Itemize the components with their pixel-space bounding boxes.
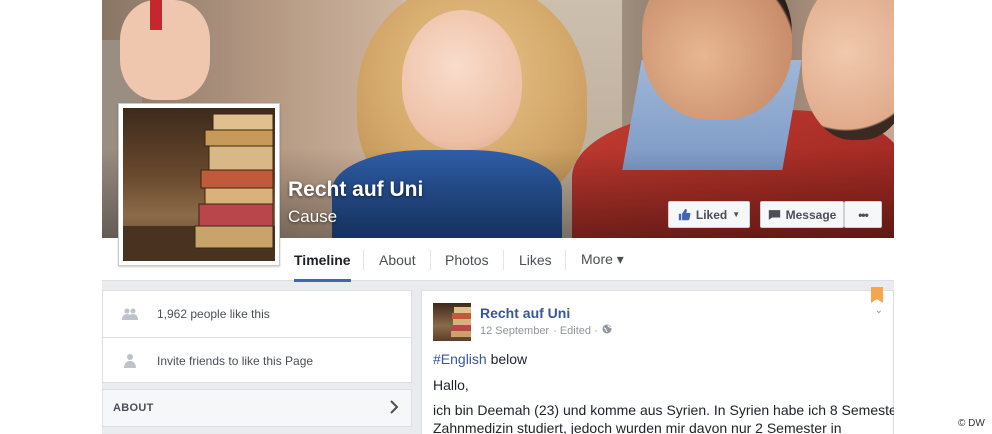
likes-count-text: 1,962 people like this: [157, 307, 270, 321]
tab-likes-label: Likes: [519, 251, 552, 268]
likes-card: 1,962 people like this: [102, 290, 412, 338]
nav-divider: [565, 250, 566, 270]
post-text-fragment: below: [486, 351, 528, 367]
tab-timeline-label: Timeline: [294, 251, 351, 268]
post-author-name[interactable]: Recht auf Uni: [480, 305, 570, 321]
cover-person-face: [402, 10, 522, 150]
nav-divider: [363, 250, 364, 270]
likes-row[interactable]: 1,962 people like this: [103, 291, 411, 337]
liked-button[interactable]: Liked ▼: [668, 201, 750, 228]
hashtag-link[interactable]: #English: [433, 351, 487, 367]
post-text-line: #English below: [433, 351, 527, 367]
page-category[interactable]: Cause: [288, 207, 337, 227]
tab-photos[interactable]: Photos: [445, 238, 489, 281]
tab-photos-label: Photos: [445, 251, 489, 268]
watermark: © DW: [958, 418, 985, 429]
tab-about-label: About: [379, 251, 416, 268]
about-section-header[interactable]: ABOUT: [102, 389, 412, 427]
tab-more-label: More ▾: [581, 251, 624, 267]
post-meta: 12 September · Edited ·: [480, 324, 612, 337]
post-edited-label[interactable]: · Edited ·: [553, 325, 598, 337]
chevron-right-icon: [390, 400, 399, 414]
invite-row[interactable]: Invite friends to like this Page: [103, 338, 411, 384]
books-illustration: [123, 113, 275, 261]
invite-card: Invite friends to like this Page: [102, 337, 412, 383]
more-dots-icon: •••: [858, 207, 869, 222]
cover-pencil: [150, 0, 162, 30]
invite-icon: [119, 350, 141, 372]
globe-icon: [602, 324, 612, 337]
more-options-button[interactable]: •••: [844, 201, 882, 228]
post-date[interactable]: 12 September: [480, 325, 549, 337]
tab-likes[interactable]: Likes: [519, 238, 552, 281]
post-text-line: ich bin Deemah (23) und komme aus Syrien…: [433, 402, 894, 418]
tab-timeline[interactable]: Timeline: [294, 238, 351, 282]
tab-about[interactable]: About: [379, 238, 416, 281]
profile-picture[interactable]: [118, 103, 280, 266]
cover-hand: [120, 0, 210, 100]
page-title[interactable]: Recht auf Uni: [288, 178, 423, 202]
timeline-post: ⌄ Recht auf Uni 12 September · Edited · …: [421, 287, 894, 434]
post-text-line: Hallo,: [433, 377, 469, 393]
post-text-line: Zahnmedizin studiert, jedoch wurden mir …: [433, 420, 842, 434]
chevron-down-icon[interactable]: ⌄: [875, 305, 883, 316]
thumbs-up-icon: [678, 208, 691, 221]
tab-more[interactable]: More ▾: [581, 238, 624, 281]
nav-divider: [503, 250, 504, 270]
cover-person-face-right: [802, 0, 894, 140]
book-stack-image: [123, 108, 275, 261]
about-label: ABOUT: [113, 402, 154, 414]
people-icon: [119, 303, 141, 325]
post-author-avatar[interactable]: [433, 303, 471, 341]
message-icon: [768, 209, 780, 220]
chevron-down-icon: ▼: [732, 210, 741, 219]
bookmark-icon[interactable]: [871, 287, 883, 303]
facebook-page: Recht auf Uni Cause Liked ▼ Message ••• …: [102, 0, 894, 434]
invite-friends-link[interactable]: Invite friends to like this Page: [157, 354, 313, 368]
nav-divider: [430, 250, 431, 270]
liked-label: Liked: [695, 207, 728, 222]
message-button[interactable]: Message: [760, 201, 844, 228]
message-label: Message: [785, 207, 837, 222]
